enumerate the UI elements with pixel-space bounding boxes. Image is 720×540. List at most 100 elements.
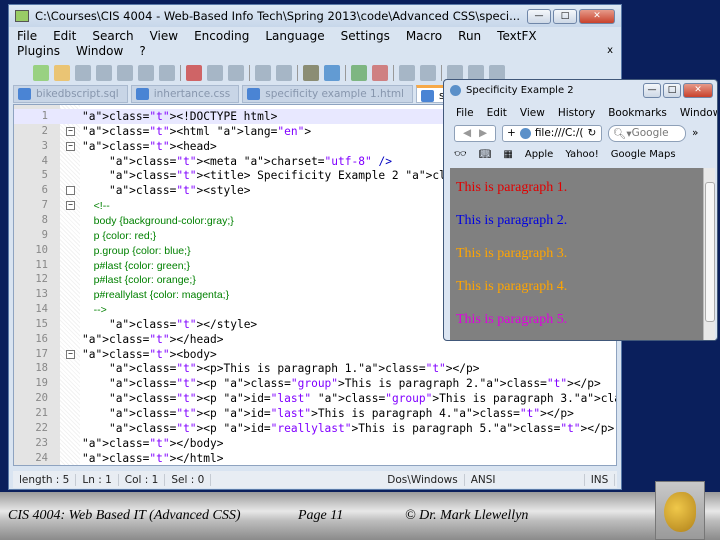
line-number: 12 <box>35 273 48 286</box>
toolbar-separator <box>393 65 394 81</box>
copy-icon[interactable] <box>207 65 223 81</box>
menu-item-window[interactable]: Window <box>76 44 123 59</box>
code-text: "a">class="t"><p "a">class="group">This … <box>108 377 601 391</box>
menu-item-edit[interactable]: Edit <box>53 29 76 44</box>
document-tabs: bikedbscript.sql inhertance.css specificit… <box>13 85 473 103</box>
zoom-in-icon[interactable] <box>351 65 367 81</box>
zoom-out-icon[interactable] <box>372 65 388 81</box>
menu-item-search[interactable]: Search <box>92 29 133 44</box>
undo-icon[interactable] <box>255 65 271 81</box>
code-text: "a">class="t"><style> <box>108 184 251 198</box>
url-text: file:///C:/( <box>534 127 584 139</box>
sync-vertical-icon[interactable] <box>399 65 415 81</box>
menu-item-settings[interactable]: Settings <box>341 29 390 44</box>
fold-toggle-icon[interactable] <box>66 186 75 196</box>
bookmark-item[interactable]: Apple <box>525 149 553 160</box>
code-text: "a">class="t"><p "a">id="reallylast">Thi… <box>108 421 615 435</box>
tab-2[interactable]: specificity example 1.html <box>242 85 413 103</box>
tab-0[interactable]: bikedbscript.sql <box>13 85 128 103</box>
browser-maximize-button[interactable]: □ <box>663 82 681 98</box>
fold-toggle-icon[interactable]: − <box>66 126 75 136</box>
code-text: body {background-color:gray;} <box>82 214 234 227</box>
print-icon[interactable] <box>159 65 175 81</box>
close-button[interactable]: ✕ <box>579 8 615 24</box>
replace-icon[interactable] <box>324 65 340 81</box>
url-bar[interactable]: + file:///C:/(↻ <box>502 124 602 142</box>
bookmarks-book-icon[interactable]: 📖︎ <box>479 149 492 160</box>
vertical-scrollbar[interactable] <box>703 168 715 340</box>
tab-1[interactable]: inhertance.css <box>130 85 240 103</box>
paragraph-1: This is paragraph 1. <box>456 180 568 195</box>
menu-item-view[interactable]: View <box>150 29 178 44</box>
code-text: p#reallylast {color: magenta;} <box>82 289 230 302</box>
code-text: "a">class="t"><html "a">lang="en"> <box>82 124 312 138</box>
browser-menu-file[interactable]: File <box>456 107 474 122</box>
new-file-icon[interactable] <box>33 65 49 81</box>
menu-item-language[interactable]: Language <box>265 29 324 44</box>
code-text: "a">class="t"><p>This is paragraph 1."a"… <box>108 362 480 376</box>
save-all-icon[interactable] <box>96 65 112 81</box>
line-number: 8 <box>41 213 48 226</box>
bookmark-item[interactable]: Yahoo! <box>565 149 598 160</box>
redo-icon[interactable] <box>276 65 292 81</box>
plus-icon[interactable]: + <box>507 127 516 139</box>
browser-menu-bookmarks[interactable]: Bookmarks <box>608 107 667 122</box>
fold-toggle-icon[interactable]: − <box>66 201 75 211</box>
line-number: 4 <box>41 154 48 167</box>
fold-toggle-icon[interactable]: − <box>66 141 75 151</box>
menu-item-file[interactable]: File <box>17 29 37 44</box>
sync-horizontal-icon[interactable] <box>420 65 436 81</box>
maximize-button[interactable]: □ <box>553 8 577 24</box>
code-line: 23 "a">class="t"></body> <box>14 436 616 451</box>
code-text: --> <box>82 304 107 317</box>
browser-close-button[interactable]: ✕ <box>683 82 713 98</box>
line-number: 20 <box>35 392 48 405</box>
fold-toggle-icon[interactable]: − <box>66 349 75 359</box>
browser-menu-view[interactable]: View <box>520 107 545 122</box>
find-icon[interactable] <box>303 65 319 81</box>
close-icon[interactable] <box>117 65 133 81</box>
paragraph-3: This is paragraph 3. <box>456 246 568 261</box>
code-line: 19 "a">class="t"><p "a">class="group">Th… <box>14 376 616 391</box>
back-icon[interactable]: ◀ <box>463 127 471 139</box>
paste-icon[interactable] <box>228 65 244 81</box>
menu-item-encoding[interactable]: Encoding <box>194 29 249 44</box>
line-number: 21 <box>35 407 48 419</box>
bookmark-item[interactable]: Google Maps <box>611 149 676 160</box>
browser-menu-window[interactable]: Window <box>680 107 717 122</box>
code-text: "a">class="t"></html> <box>82 451 224 465</box>
menu-item-textfx[interactable]: TextFX <box>497 29 536 44</box>
paragraph-4: This is paragraph 4. <box>456 279 568 294</box>
code-line: 18 "a">class="t"><p>This is paragraph 1.… <box>14 361 616 376</box>
minimize-button[interactable]: — <box>527 8 551 24</box>
menu-item-run[interactable]: Run <box>458 29 481 44</box>
browser-menu-history[interactable]: History <box>558 107 595 122</box>
copyright: © Dr. Mark Llewellyn <box>405 508 529 523</box>
code-text: "a">class="t"><head> <box>82 139 217 153</box>
close-all-icon[interactable] <box>138 65 154 81</box>
search-input[interactable]: 🔍︎▾ Google <box>608 124 686 142</box>
reading-glasses-icon[interactable]: 👓︎ <box>454 149 467 160</box>
reload-icon[interactable]: ↻ <box>587 127 596 139</box>
top-sites-grid-icon[interactable]: ▦ <box>503 149 512 160</box>
save-icon[interactable] <box>75 65 91 81</box>
browser-minimize-button[interactable]: — <box>643 82 661 98</box>
slide-footer: CIS 4004: Web Based IT (Advanced CSS) Pa… <box>0 492 720 540</box>
notepadpp-icon <box>15 10 29 22</box>
open-file-icon[interactable] <box>54 65 70 81</box>
status-bar: length : 5 Ln : 1 Col : 1 Sel : 0 Dos\Window… <box>13 471 617 488</box>
toolbar-separator <box>180 65 181 81</box>
menu-item-[interactable]: ? <box>139 44 145 59</box>
overflow-chevron-icon[interactable]: » <box>692 127 698 139</box>
line-number: 23 <box>35 436 48 449</box>
menu-item-plugins[interactable]: Plugins <box>17 44 60 59</box>
close-document-button[interactable]: x <box>607 45 613 56</box>
browser-menu-edit[interactable]: Edit <box>487 107 507 122</box>
back-forward-buttons[interactable]: ◀ ▶ <box>454 124 496 142</box>
line-number: 6 <box>41 184 48 197</box>
status-field-0: length : 5 <box>13 473 77 486</box>
scrollbar-thumb[interactable] <box>705 182 715 322</box>
forward-icon[interactable]: ▶ <box>479 127 487 139</box>
menu-item-macro[interactable]: Macro <box>406 29 442 44</box>
cut-icon[interactable] <box>186 65 202 81</box>
